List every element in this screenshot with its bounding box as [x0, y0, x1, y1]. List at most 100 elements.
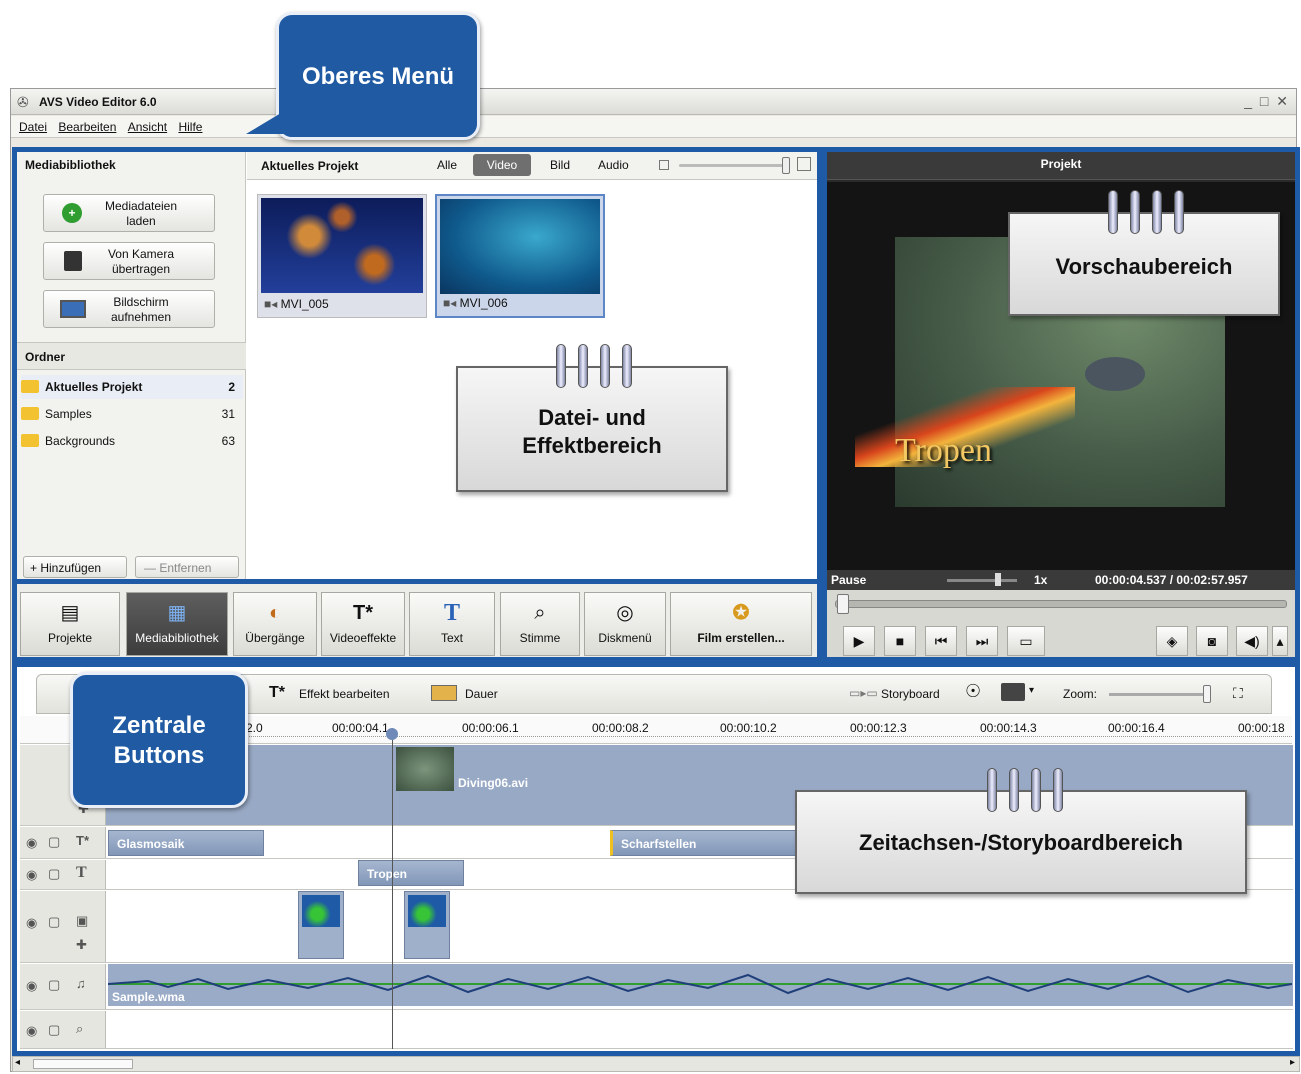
lock-icon[interactable]: ▢	[48, 1022, 60, 1038]
play-button[interactable]: ▶	[843, 626, 875, 656]
voice-track[interactable]: ◉ ▢ ⌕	[20, 1011, 1293, 1049]
small-thumb-icon[interactable]	[659, 160, 669, 170]
text-clip[interactable]: Tropen	[358, 860, 464, 886]
scroll-left-icon[interactable]: ◂	[15, 1057, 20, 1068]
video-effects-button[interactable]: T* Videoeffekte	[321, 592, 405, 656]
filter-audio[interactable]: Audio	[598, 158, 629, 172]
text-button[interactable]: T Text	[409, 592, 495, 656]
filter-video[interactable]: Video	[473, 154, 531, 176]
overlay-clip[interactable]	[404, 891, 450, 959]
speed-slider[interactable]	[947, 579, 1017, 582]
effect-clip[interactable]: Scharfstellen	[610, 830, 800, 856]
playhead[interactable]	[392, 728, 393, 1049]
load-media-button[interactable]: + Mediadateien laden	[43, 194, 215, 232]
chevron-down-icon[interactable]: ▾	[1029, 685, 1034, 696]
camera-transfer-button[interactable]: Von Kamera übertragen	[43, 242, 215, 280]
callout-file-effect-line1: Datei- und	[538, 405, 646, 430]
folder-item-current-project[interactable]: Aktuelles Projekt 2	[21, 375, 243, 399]
transitions-button[interactable]: ◐ Übergänge	[233, 592, 317, 656]
zoom-label: Zoom:	[1063, 687, 1098, 701]
effect-clip[interactable]: Glasmosaik	[108, 830, 264, 856]
playhead-handle[interactable]	[386, 728, 398, 740]
overlay-clip[interactable]	[298, 891, 344, 959]
lock-icon[interactable]: ▢	[48, 866, 60, 882]
plus-icon: +	[62, 203, 82, 223]
large-thumb-icon[interactable]	[797, 157, 811, 171]
screen-capture-button[interactable]: Bildschirm aufnehmen	[43, 290, 215, 328]
thumbnail-size-slider[interactable]	[679, 164, 789, 167]
menu-bar: Datei Bearbeiten Ansicht Hilfe	[11, 116, 1296, 138]
screen-capture-icon	[60, 300, 86, 318]
menu-datei[interactable]: Datei	[19, 120, 47, 134]
overlay-thumbnail	[408, 895, 446, 927]
seek-handle[interactable]	[837, 594, 849, 614]
media-library-button[interactable]: ▦ Mediabibliothek	[126, 592, 228, 656]
folder-icon	[21, 434, 39, 447]
next-button[interactable]: ⏭	[966, 626, 998, 656]
storyboard-icon: ▭▸▭	[849, 686, 878, 700]
stop-button[interactable]: ■	[884, 626, 916, 656]
disc-menu-button[interactable]: ◎ Diskmenü	[584, 592, 666, 656]
audio-track-icon: ♫	[76, 976, 86, 991]
fullscreen-button[interactable]: ▭	[1007, 626, 1045, 656]
scene-detect-button[interactable]: ◈	[1156, 626, 1188, 656]
add-folder-button[interactable]: + Hinzufügen	[23, 556, 127, 578]
zoom-handle[interactable]	[1203, 685, 1211, 703]
remove-folder-button[interactable]: — Entfernen	[135, 556, 239, 578]
media-item-mvi006[interactable]: ■◂ MVI_006	[435, 194, 605, 318]
track-header: ◉ ▢ T*	[20, 827, 106, 858]
eye-icon[interactable]: ◉	[26, 1023, 37, 1039]
filter-image[interactable]: Bild	[550, 158, 570, 172]
microphone-icon: ⌕	[534, 602, 546, 624]
speed-slider-handle[interactable]	[995, 573, 1001, 586]
lock-icon[interactable]: ▢	[48, 834, 60, 850]
volume-dropdown[interactable]: ▴	[1272, 626, 1288, 656]
callout-central-line2: Buttons	[113, 742, 205, 769]
lock-icon[interactable]: ▢	[48, 977, 60, 993]
duration-button[interactable]: Dauer	[465, 687, 498, 701]
video-camera-icon: ■◂	[264, 297, 281, 311]
lock-icon[interactable]: ▢	[48, 914, 60, 930]
filter-all[interactable]: Alle	[437, 158, 457, 172]
window-controls[interactable]: _ □ ✕	[1244, 93, 1290, 110]
menu-ansicht[interactable]: Ansicht	[128, 120, 167, 134]
scroll-thumb[interactable]	[33, 1059, 133, 1069]
eye-icon[interactable]: ◉	[26, 978, 37, 994]
horizontal-scrollbar[interactable]: ◂ ▸	[12, 1056, 1300, 1072]
overlay-track[interactable]: ◉ ▢ ▣ ✚	[20, 891, 1293, 963]
fit-zoom-icon[interactable]: ⛶	[1233, 685, 1243, 702]
overlay-track-icon: ▣	[76, 913, 89, 928]
track-header: ◉ ▢ ♫	[20, 964, 106, 1009]
zoom-slider[interactable]	[1109, 693, 1205, 696]
menu-bearbeiten[interactable]: Bearbeiten	[58, 120, 116, 134]
voice-button[interactable]: ⌕ Stimme	[500, 592, 580, 656]
eye-icon[interactable]: ◉	[26, 867, 37, 883]
record-voice-icon[interactable]: ☉	[965, 681, 981, 702]
folders-header: Ordner	[17, 342, 246, 370]
text-track-icon: T	[76, 864, 87, 881]
monitor-icon[interactable]	[1001, 683, 1025, 701]
disc-menu-label: Diskmenü	[598, 631, 652, 645]
eye-icon[interactable]: ◉	[26, 835, 37, 851]
media-item-mvi005[interactable]: ■◂ MVI_005	[257, 194, 427, 318]
menu-hilfe[interactable]: Hilfe	[178, 120, 202, 134]
scroll-right-icon[interactable]: ▸	[1290, 1057, 1295, 1068]
media-library-label: Mediabibliothek	[135, 631, 219, 645]
eye-icon[interactable]: ◉	[26, 915, 37, 931]
audio-track[interactable]: ◉ ▢ ♫ Sample.wma	[20, 964, 1293, 1010]
seek-bar[interactable]	[835, 600, 1287, 608]
snapshot-button[interactable]: ◙	[1196, 626, 1228, 656]
previous-button[interactable]: ⏮	[925, 626, 957, 656]
create-movie-button[interactable]: ✪ Film erstellen...	[670, 592, 812, 656]
edit-effect-button[interactable]: Effekt bearbeiten	[299, 687, 390, 701]
folder-item-samples[interactable]: Samples 31	[21, 402, 243, 426]
slider-handle[interactable]	[782, 157, 790, 174]
stop-icon: ■	[895, 633, 905, 649]
camera-icon	[64, 251, 82, 271]
callout-file-effect-area: Datei- und Effektbereich	[456, 344, 728, 492]
volume-button[interactable]: ◀)	[1236, 626, 1268, 656]
folder-item-backgrounds[interactable]: Backgrounds 63	[21, 429, 243, 453]
audio-clip[interactable]: Sample.wma	[108, 964, 1293, 1006]
storyboard-button[interactable]: Storyboard	[881, 687, 940, 701]
projects-button[interactable]: ▤ Projekte	[20, 592, 120, 656]
